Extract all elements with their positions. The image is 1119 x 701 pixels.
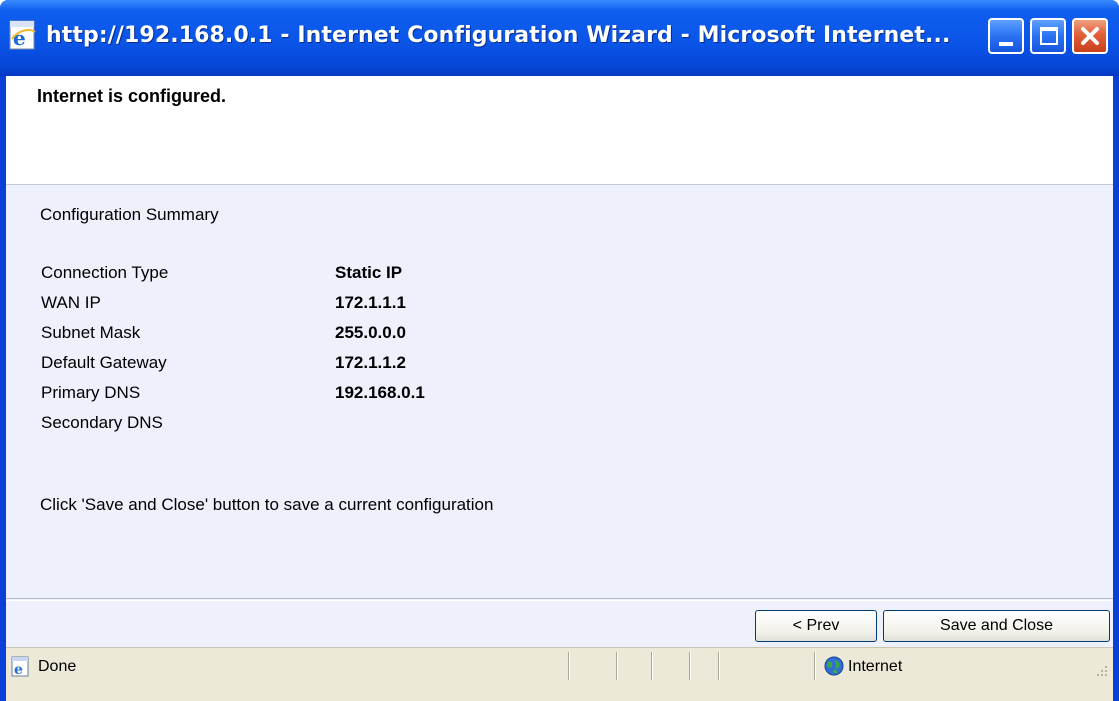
- row-value: 172.1.1.2: [335, 353, 406, 372]
- row-label: Secondary DNS: [41, 413, 163, 432]
- minimize-button[interactable]: [988, 18, 1024, 54]
- row-label: Connection Type: [41, 263, 169, 282]
- internet-explorer-icon: e: [8, 18, 38, 52]
- summary-row-wan-ip: WAN IP 172.1.1.1: [41, 293, 741, 315]
- resize-grip-icon[interactable]: [1091, 662, 1109, 680]
- close-button[interactable]: [1072, 18, 1108, 54]
- svg-text:e: e: [13, 26, 26, 50]
- globe-icon: [824, 656, 844, 676]
- divider: [6, 598, 1113, 599]
- wizard-header: Internet is configured.: [6, 76, 1113, 184]
- configuration-summary-panel: Configuration Summary Connection Type St…: [6, 184, 1113, 598]
- status-bar: e Done Internet: [6, 647, 1113, 701]
- row-value: 192.168.0.1: [335, 383, 425, 402]
- row-label: Subnet Mask: [41, 323, 141, 342]
- page-done-icon: e: [10, 656, 32, 678]
- save-instruction-text: Click 'Save and Close' button to save a …: [40, 495, 494, 514]
- status-separator: [651, 652, 653, 680]
- status-separator: [718, 652, 720, 680]
- summary-row-secondary-dns: Secondary DNS: [41, 413, 741, 435]
- summary-row-subnet-mask: Subnet Mask 255.0.0.0: [41, 323, 741, 345]
- security-zone-label: Internet: [848, 658, 903, 675]
- status-separator: [568, 652, 570, 680]
- status-separator: [616, 652, 618, 680]
- prev-button[interactable]: < Prev: [755, 610, 877, 642]
- svg-text:e: e: [14, 662, 23, 678]
- status-separator: [689, 652, 691, 680]
- row-label: Primary DNS: [41, 383, 141, 402]
- row-label: Default Gateway: [41, 353, 167, 372]
- page-client-area: Internet is configured. Configuration Su…: [6, 76, 1113, 701]
- summary-row-default-gateway: Default Gateway 172.1.1.2: [41, 353, 741, 375]
- row-value: 255.0.0.0: [335, 323, 406, 342]
- summary-row-primary-dns: Primary DNS 192.168.0.1: [41, 383, 741, 405]
- maximize-icon: [1040, 27, 1058, 45]
- status-separator: [814, 652, 816, 680]
- wizard-button-bar: < Prev Save and Close: [6, 598, 1113, 647]
- status-heading: Internet is configured.: [37, 86, 227, 106]
- minimize-icon: [999, 42, 1013, 46]
- summary-row-connection-type: Connection Type Static IP: [41, 263, 741, 285]
- window-title: http://192.168.0.1 - Internet Configurat…: [46, 23, 951, 48]
- divider: [6, 600, 1113, 601]
- row-label: WAN IP: [41, 293, 101, 312]
- maximize-button[interactable]: [1030, 18, 1066, 54]
- close-icon: [1074, 20, 1106, 52]
- title-bar[interactable]: e http://192.168.0.1 - Internet Configur…: [0, 0, 1119, 76]
- save-and-close-button[interactable]: Save and Close: [883, 610, 1110, 642]
- status-text: Done: [38, 658, 77, 675]
- browser-popup-window: e http://192.168.0.1 - Internet Configur…: [0, 0, 1119, 701]
- row-value: Static IP: [335, 263, 403, 282]
- summary-title: Configuration Summary: [40, 205, 219, 224]
- row-value: 172.1.1.1: [335, 293, 406, 312]
